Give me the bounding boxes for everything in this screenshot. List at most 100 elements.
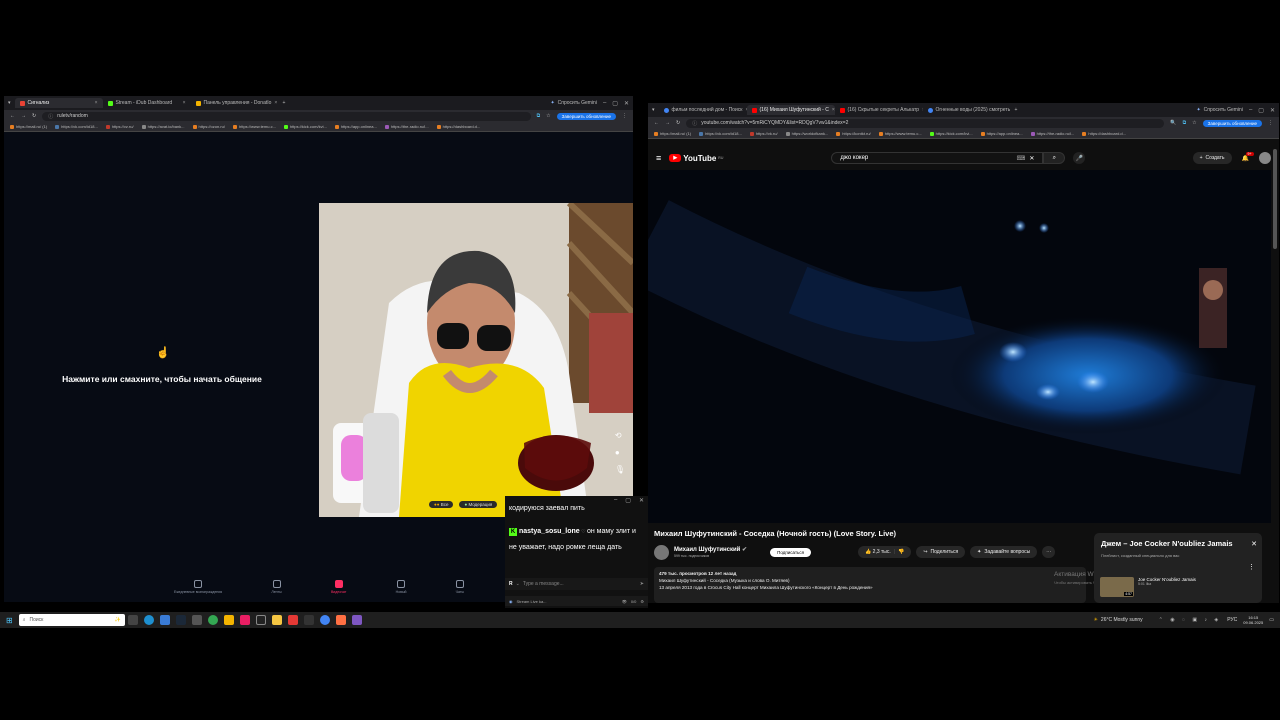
reload-icon[interactable]: ↻ xyxy=(676,120,680,126)
edge-icon[interactable] xyxy=(143,615,154,625)
folder-icon[interactable] xyxy=(271,615,282,625)
minimize-icon[interactable]: – xyxy=(614,497,617,504)
channel-name[interactable]: Михаил Шуфутинский ✔ xyxy=(674,546,747,553)
nav-new[interactable]: Новый xyxy=(396,580,406,594)
bookmark-item[interactable]: https://dashboard.d... xyxy=(436,124,480,129)
moderation-button[interactable]: ● Модерация xyxy=(459,500,498,508)
bookmark-item[interactable]: https://mail.ru/ (1) xyxy=(10,124,47,129)
notifications-tray-icon[interactable]: ▭ xyxy=(1269,617,1274,623)
bookmark-item[interactable]: https://vk.com/id18... xyxy=(699,131,742,136)
bookmark-item[interactable]: https://kick.com/kvi... xyxy=(283,124,327,129)
video-player[interactable] xyxy=(648,170,1271,523)
photos-icon[interactable] xyxy=(351,615,362,625)
close-window-icon[interactable]: ✕ xyxy=(624,100,629,107)
like-button[interactable]: 👍 2,3 тыс. xyxy=(865,549,891,555)
tiktok-icon[interactable] xyxy=(239,615,250,625)
menu-icon[interactable]: ⋮ xyxy=(622,113,627,119)
r-app-icon[interactable] xyxy=(303,615,314,625)
avatar[interactable] xyxy=(1259,152,1271,164)
search-button[interactable]: ⌕ xyxy=(1043,152,1066,164)
channel-avatar[interactable] xyxy=(654,544,669,560)
new-tab-icon[interactable]: + xyxy=(1011,107,1022,113)
thumbs-down-icon[interactable]: 👎 xyxy=(898,549,904,555)
close-window-icon[interactable]: ✕ xyxy=(1270,107,1275,114)
update-button[interactable]: Завершить обновление xyxy=(1202,119,1262,127)
close-tab-icon[interactable]: × xyxy=(183,100,186,106)
keyboard-icon[interactable]: ⌨ xyxy=(1017,155,1026,162)
taskbar-search[interactable]: ⌕ Поиск ✨ xyxy=(18,614,125,626)
address-bar[interactable]: ⓘ youtube.com/watch?v=5mRiCYQMDY&list=RDQ… xyxy=(686,118,1165,128)
microphone-icon[interactable]: 🎙 xyxy=(615,465,625,474)
start-icon[interactable]: ⊞ xyxy=(6,616,13,625)
scrollbar[interactable] xyxy=(1273,149,1277,249)
menu-icon[interactable]: ⋮ xyxy=(1268,120,1273,126)
maximize-icon[interactable]: ▢ xyxy=(625,497,631,504)
files-icon[interactable] xyxy=(223,615,234,625)
bookmark-item[interactable]: https://the-radio.ru/i... xyxy=(384,124,429,129)
close-icon[interactable]: ✕ xyxy=(639,497,644,504)
settings-icon[interactable]: ⚙ xyxy=(640,599,644,604)
language-indicator[interactable]: РУС xyxy=(1227,617,1237,623)
tray-icons[interactable]: ⌃ ◉ ◌ ▣ ♪ ◈ xyxy=(1159,617,1222,623)
clock[interactable]: 16:15 09.06.2025 xyxy=(1243,615,1263,625)
tab-menu-icon[interactable]: ▾ xyxy=(4,100,15,106)
clear-search-icon[interactable]: ✕ xyxy=(1029,155,1034,162)
bookmark-item[interactable]: https://worldofkank... xyxy=(785,131,828,136)
voice-search-icon[interactable]: 🎤 xyxy=(1073,152,1086,164)
back-icon[interactable]: ← xyxy=(10,113,15,119)
left-tab-1[interactable]: Stream - iDub Dashboard × xyxy=(103,98,191,108)
share-button[interactable]: ↪ Поделиться xyxy=(916,546,966,558)
media-icon[interactable] xyxy=(287,615,298,625)
minimize-icon[interactable]: – xyxy=(603,100,606,106)
create-button[interactable]: + Создать xyxy=(1192,152,1232,164)
obs-icon[interactable] xyxy=(255,615,266,625)
star-icon[interactable]: ☆ xyxy=(1192,120,1196,126)
playlist-item[interactable]: 4:57 Joe Cocker N'oubliez Jamais 5:01 Il… xyxy=(1100,577,1250,599)
browser-icon[interactable] xyxy=(319,615,330,625)
send-icon[interactable]: ➤ xyxy=(640,581,644,587)
maximize-icon[interactable]: ▢ xyxy=(1258,107,1264,114)
hamburger-icon[interactable]: ≡ xyxy=(656,153,661,163)
steam-icon[interactable] xyxy=(175,615,186,625)
extension-icon[interactable]: ⧉ xyxy=(1183,120,1187,126)
bookmark-item[interactable]: https://vk.com/id18... xyxy=(55,124,98,129)
bookmark-item[interactable]: https://vz.ru/ xyxy=(105,124,134,129)
bookmark-item[interactable]: https://www.temu.c... xyxy=(878,131,922,136)
notifications-icon[interactable]: 🔔 9+ xyxy=(1242,151,1254,162)
chat-input[interactable]: Type a message... xyxy=(523,581,637,587)
more-actions-button[interactable]: ⋯ xyxy=(1042,546,1056,558)
tab-menu-icon[interactable]: ▾ xyxy=(648,107,659,113)
gemini-button[interactable]: ✦ Спросить Gemini xyxy=(1196,107,1243,113)
bookmark-item[interactable]: https://kontkt.ru/ xyxy=(836,131,871,136)
forward-icon[interactable]: → xyxy=(665,120,670,126)
right-tab-1[interactable]: (16) Михаил Шуфутинский - С × xyxy=(746,105,835,115)
left-tab-0[interactable]: Сигнализ × xyxy=(14,98,103,108)
ask-button[interactable]: ✦ Задавайте вопросы xyxy=(970,546,1038,558)
more-options-icon[interactable]: ⋮ xyxy=(1248,563,1255,571)
search-box[interactable]: джо кокер ⌨ ✕ xyxy=(831,152,1044,164)
bookmark-item[interactable]: https://www.temu.c... xyxy=(233,124,276,129)
close-tab-icon[interactable]: × xyxy=(95,100,98,106)
app-icon[interactable] xyxy=(335,615,346,625)
address-bar[interactable]: ⓘ ruletv/random xyxy=(42,111,531,121)
left-tab-2[interactable]: Панель управления - DonatIo × xyxy=(191,98,279,108)
gemini-button[interactable]: ✦ Спросить Gemini xyxy=(550,100,597,106)
right-tab-0[interactable]: фильм последний дом - Поиск× xyxy=(659,105,747,115)
start-chat-prompt[interactable]: Нажмите или смахните, чтобы начать общен… xyxy=(4,374,320,384)
right-tab-3[interactable]: Огненные воды (2025) смотреть× xyxy=(923,105,1011,115)
forward-icon[interactable]: → xyxy=(21,113,26,119)
search-input[interactable]: джо кокер xyxy=(840,155,1016,161)
close-mix-icon[interactable]: ✕ xyxy=(1251,540,1257,548)
star-icon[interactable]: ☆ xyxy=(546,113,550,119)
bookmark-item[interactable]: https://mail.ru/ (1) xyxy=(654,131,691,136)
settings-app-icon[interactable] xyxy=(191,615,202,625)
new-tab-icon[interactable]: + xyxy=(279,100,290,106)
maximize-icon[interactable]: ▢ xyxy=(612,100,618,107)
bookmark-item[interactable]: https://vk.ru/ xyxy=(749,131,778,136)
nav-rewards[interactable]: Ежедневные вознаграждения xyxy=(174,580,222,594)
nav-chats[interactable]: Чаты xyxy=(456,580,464,594)
nav-videochat[interactable]: Видеочат xyxy=(331,580,346,594)
minimize-icon[interactable]: – xyxy=(1249,107,1252,113)
nav-feeds[interactable]: Ленты xyxy=(271,580,282,594)
store-icon[interactable] xyxy=(159,615,170,625)
